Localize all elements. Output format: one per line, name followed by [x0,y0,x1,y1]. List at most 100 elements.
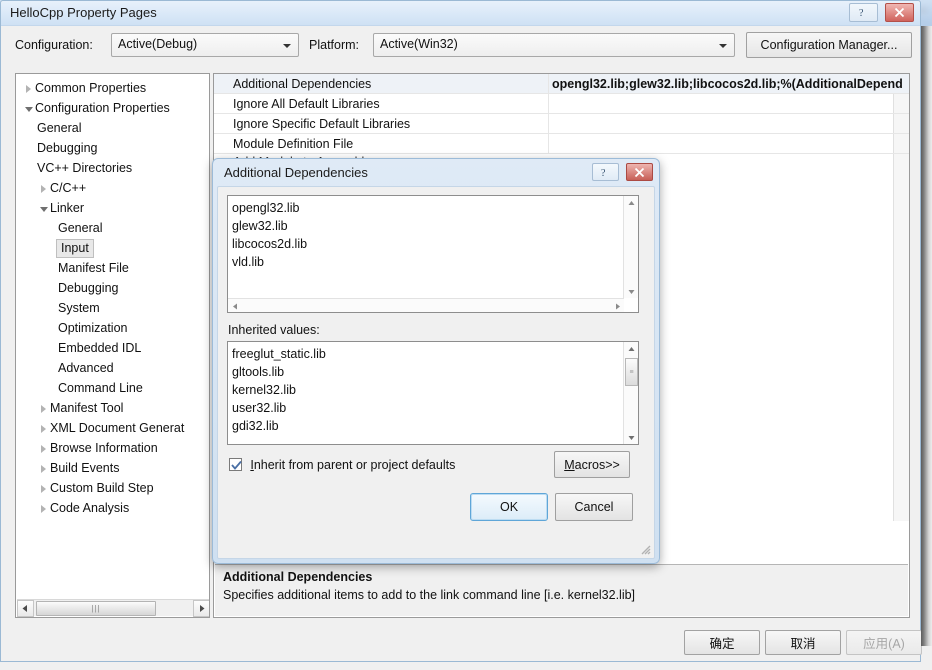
cancel-button[interactable]: 取消 [765,630,841,655]
additional-dependencies-dialog: Additional Dependencies ? opengl32.lib gl… [212,158,660,564]
dependency-line: vld.lib [232,255,264,269]
tree-item-build-events[interactable]: Build Events [16,458,209,478]
close-icon [634,167,645,177]
description-panel: Additional Dependencies Specifies additi… [215,564,908,616]
scroll-left-button[interactable] [228,299,242,313]
tree-item-label: Common Properties [35,81,147,95]
scroll-right-button[interactable] [193,600,209,617]
platform-label: Platform: [309,38,360,52]
tree-item-embedded-idl[interactable]: Embedded IDL [16,338,209,358]
property-name: Ignore Specific Default Libraries [233,117,411,131]
tree-horizontal-scrollbar[interactable]: ||| [17,599,209,617]
tree-item-debugging[interactable]: Debugging [16,278,209,298]
resize-grip-icon[interactable] [639,543,652,556]
tree-item-label: Input [56,239,94,258]
scroll-left-button[interactable] [17,600,34,617]
inherited-value-line: user32.lib [232,401,287,415]
scroll-down-button[interactable] [624,430,639,444]
table-row[interactable]: Ignore All Default Libraries [214,94,909,114]
chevron-right-icon [37,399,50,419]
chevron-down-icon [22,99,35,119]
tree-item-manifest-file[interactable]: Manifest File [16,258,209,278]
question-icon: ? [859,8,864,18]
tree-item-debugging[interactable]: Debugging [16,138,209,158]
ok-button[interactable]: 确定 [684,630,760,655]
triangle-down-icon [628,289,635,294]
chevron-down-icon [719,44,727,48]
macros-button[interactable]: Macros>> [554,451,630,478]
scroll-down-button[interactable] [624,284,639,298]
chevron-right-icon [37,419,50,439]
table-row[interactable]: Module Definition File [214,134,909,154]
tree-item-general[interactable]: General [16,218,209,238]
tree-item-label: System [58,301,100,315]
chevron-right-icon [37,479,50,499]
table-row[interactable]: Ignore Specific Default Libraries [214,114,909,134]
page-title: HelloCpp Property Pages [10,5,157,20]
triangle-right-icon [615,303,620,309]
dialog-ok-button[interactable]: OK [470,493,548,521]
dialog-cancel-button[interactable]: Cancel [555,493,633,521]
property-value[interactable]: opengl32.lib;glew32.lib;libcocos2d.lib;%… [552,74,909,94]
column-divider [548,134,549,153]
tree-item-custom-build-step[interactable]: Custom Build Step [16,478,209,498]
inherited-values-list[interactable]: freeglut_static.lib gltools.lib kernel32.l… [227,341,639,445]
description-title: Additional Dependencies [223,570,373,584]
scroll-up-button[interactable] [624,342,639,356]
tree-item-browse-information[interactable]: Browse Information [16,438,209,458]
tree-item-c-c[interactable]: C/C++ [16,178,209,198]
help-button[interactable]: ? [849,3,878,22]
tree-item-label: Command Line [58,381,143,395]
platform-value: Active(Win32) [380,37,458,51]
triangle-right-icon [200,605,205,612]
tree-item-configuration-properties[interactable]: Configuration Properties [16,98,209,118]
tree-item-input[interactable]: Input [16,238,209,258]
inherit-checkbox-row[interactable]: Inherit from parent or project defaults [229,458,455,472]
tree-item-general[interactable]: General [16,118,209,138]
chevron-right-icon [37,179,50,199]
scroll-up-button[interactable] [624,196,639,210]
scrollbar-thumb[interactable]: ≡ [625,358,638,386]
svg-text:?: ? [601,168,606,178]
dialog-title: Additional Dependencies [224,165,368,180]
tree-item-label: VC++ Directories [37,161,133,175]
tree-item-label: Advanced [58,361,114,375]
tree-item-command-line[interactable]: Command Line [16,378,209,398]
chevron-right-icon [37,439,50,459]
tree-item-label: Linker [50,201,85,215]
platform-dropdown[interactable]: Active(Win32) [373,33,735,57]
tree-item-label: Code Analysis [50,501,130,515]
dialog-help-button[interactable]: ? [592,163,619,181]
configuration-dropdown[interactable]: Active(Debug) [111,33,299,57]
configuration-manager-label: Configuration Manager... [760,38,898,52]
tree-item-label: Optimization [58,321,128,335]
tree-item-vc-directories[interactable]: VC++ Directories [16,158,209,178]
tree-item-system[interactable]: System [16,298,209,318]
scrollbar-thumb[interactable]: ||| [36,601,156,616]
dependencies-textarea[interactable]: opengl32.lib glew32.lib libcocos2d.lib vld.… [227,195,639,313]
apply-button[interactable]: 应用(A) [846,630,922,655]
property-name: Ignore All Default Libraries [233,97,380,111]
inherited-vertical-scrollbar[interactable]: ≡ [623,342,638,444]
dialog-close-button[interactable] [626,163,653,181]
dependencies-vertical-scrollbar[interactable] [623,196,638,298]
tree-item-xml-document-generat[interactable]: XML Document Generat [16,418,209,438]
inherited-values-label: Inherited values: [228,323,320,337]
dependencies-horizontal-scrollbar[interactable] [228,298,624,312]
property-tree[interactable]: Common Properties Configuration Propertie… [16,78,209,518]
inherit-checkbox[interactable] [229,458,242,471]
tree-item-linker[interactable]: Linker [16,198,209,218]
table-row[interactable]: Additional Dependencies opengl32.lib;glew… [214,74,909,94]
configuration-manager-button[interactable]: Configuration Manager... [746,32,912,58]
tree-item-optimization[interactable]: Optimization [16,318,209,338]
tree-item-manifest-tool[interactable]: Manifest Tool [16,398,209,418]
accel-letter: M [564,457,575,472]
close-button[interactable] [885,3,914,22]
tree-item-label: Debugging [37,141,98,155]
tree-item-label: Debugging [58,281,119,295]
tree-item-code-analysis[interactable]: Code Analysis [16,498,209,518]
scroll-right-button[interactable] [610,299,624,313]
tree-item-common-properties[interactable]: Common Properties [16,78,209,98]
window-right-edge [921,26,932,646]
tree-item-advanced[interactable]: Advanced [16,358,209,378]
